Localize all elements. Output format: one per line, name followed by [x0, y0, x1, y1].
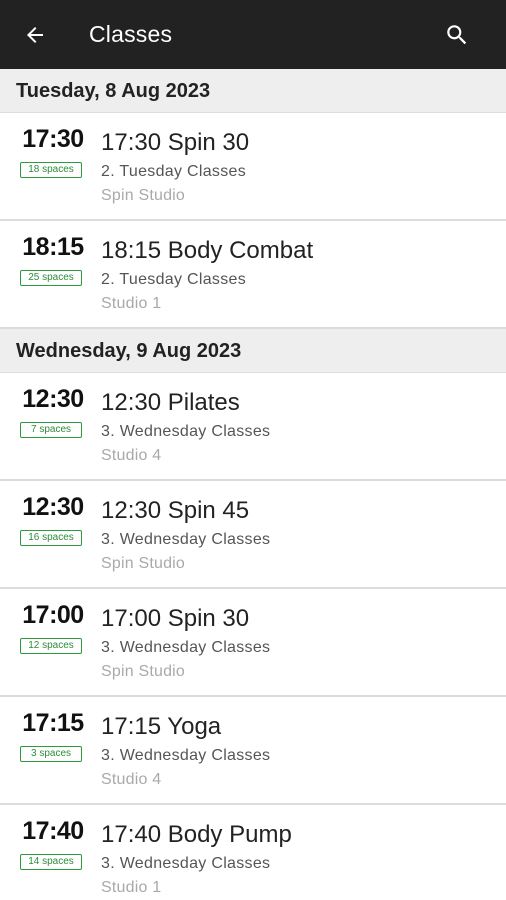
class-time: 17:30	[22, 125, 84, 153]
class-time: 17:00	[22, 601, 84, 629]
class-category: 2. Tuesday Classes	[101, 163, 247, 180]
spaces-badge: 25 spaces	[20, 270, 82, 286]
class-row[interactable]: 12:30 7 spaces 12:30 Pilates 3. Wednesda…	[0, 373, 506, 481]
class-row[interactable]: 17:40 14 spaces 17:40 Body Pump 3. Wedne…	[0, 805, 506, 900]
class-studio: Studio 1	[101, 295, 162, 312]
class-category: 3. Wednesday Classes	[101, 855, 271, 872]
class-category: 3. Wednesday Classes	[101, 531, 271, 548]
page-title: Classes	[89, 21, 173, 47]
class-name: 17:15 Yoga	[101, 713, 222, 740]
class-name: 17:00 Spin 30	[101, 605, 250, 632]
class-studio: Spin Studio	[101, 555, 186, 572]
class-category: 3. Wednesday Classes	[101, 747, 271, 764]
app-bar: Classes	[0, 0, 506, 69]
class-time: 12:30	[22, 385, 84, 413]
class-row[interactable]: 17:15 3 spaces 17:15 Yoga 3. Wednesday C…	[0, 697, 506, 805]
class-row[interactable]: 17:00 12 spaces 17:00 Spin 30 3. Wednesd…	[0, 589, 506, 697]
class-category: 3. Wednesday Classes	[101, 423, 271, 440]
class-studio: Spin Studio	[101, 663, 186, 680]
class-time: 17:40	[22, 817, 84, 845]
spaces-badge: 7 spaces	[20, 422, 82, 438]
spaces-badge: 3 spaces	[20, 746, 82, 762]
arrow-left-icon	[27, 27, 43, 43]
class-name: 17:30 Spin 30	[101, 129, 250, 156]
class-row[interactable]: 18:15 25 spaces 18:15 Body Combat 2. Tue…	[0, 221, 506, 329]
class-studio: Spin Studio	[101, 187, 186, 204]
spaces-badge: 16 spaces	[20, 530, 82, 546]
class-name: 12:30 Pilates	[101, 389, 240, 416]
class-time: 18:15	[22, 233, 84, 261]
search-icon	[447, 25, 467, 45]
class-category: 3. Wednesday Classes	[101, 639, 271, 656]
spaces-badge: 14 spaces	[20, 854, 82, 870]
day-header: Wednesday, 9 Aug 2023	[0, 329, 506, 373]
class-name: 18:15 Body Combat	[101, 237, 314, 264]
class-name: 12:30 Spin 45	[101, 497, 250, 524]
class-studio: Studio 4	[101, 447, 162, 464]
class-name: 17:40 Body Pump	[101, 821, 292, 848]
spaces-badge: 18 spaces	[20, 162, 82, 178]
class-list[interactable]: Tuesday, 8 Aug 2023 17:30 18 spaces 17:3…	[0, 69, 506, 900]
spaces-badge: 12 spaces	[20, 638, 82, 654]
class-time: 17:15	[22, 709, 84, 737]
class-row[interactable]: 12:30 16 spaces 12:30 Spin 45 3. Wednesd…	[0, 481, 506, 589]
class-category: 2. Tuesday Classes	[101, 271, 247, 288]
search-button[interactable]	[442, 20, 472, 50]
back-button[interactable]	[18, 18, 52, 52]
class-row[interactable]: 17:30 18 spaces 17:30 Spin 30 2. Tuesday…	[0, 113, 506, 221]
day-header: Tuesday, 8 Aug 2023	[0, 69, 506, 113]
class-studio: Studio 4	[101, 771, 162, 788]
class-time: 12:30	[22, 493, 84, 521]
class-studio: Studio 1	[101, 879, 162, 896]
